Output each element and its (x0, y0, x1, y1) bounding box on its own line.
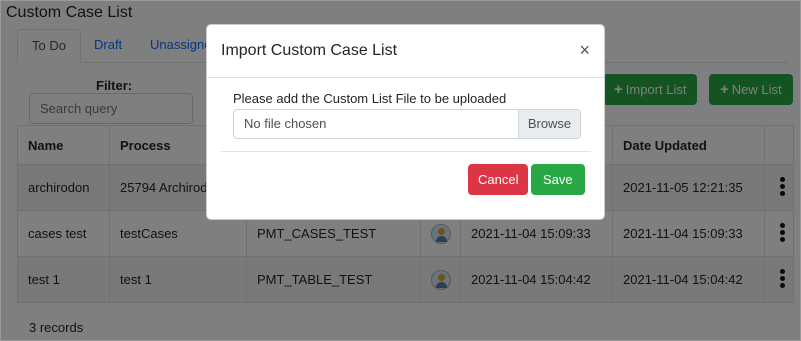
modal-title: Import Custom Case List (221, 42, 398, 59)
modal-header-divider (207, 77, 604, 78)
import-modal: Import Custom Case List × Please add the… (206, 24, 605, 220)
browse-button[interactable]: Browse (518, 110, 580, 138)
cancel-button[interactable]: Cancel (468, 164, 529, 195)
close-icon[interactable]: × (579, 40, 590, 60)
app-window: Custom Case List To Do Draft Unassigned … (0, 0, 801, 341)
upload-instructions: Please add the Custom List File to be up… (233, 91, 507, 106)
file-input-value: No file chosen (244, 116, 327, 131)
file-input[interactable]: No file chosen Browse (233, 109, 581, 139)
save-button[interactable]: Save (531, 164, 585, 195)
modal-footer-divider (221, 151, 591, 152)
